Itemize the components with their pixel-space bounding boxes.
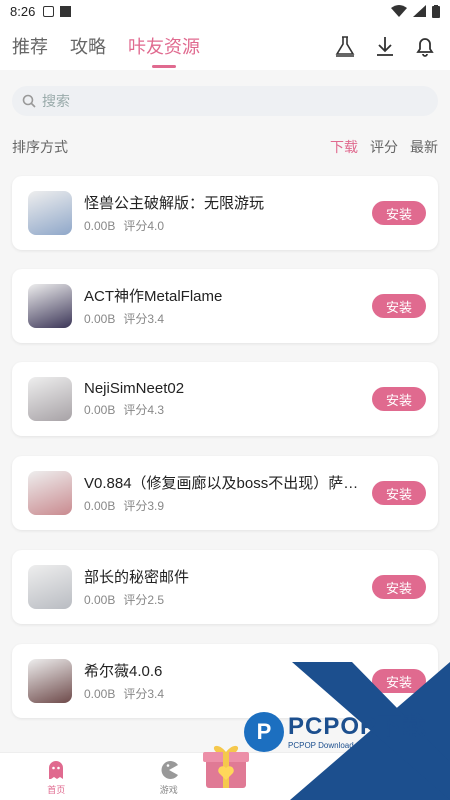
sort-row: 排序方式 下载 评分 最新 <box>12 136 438 158</box>
nav-actions <box>332 33 438 59</box>
nav-games-label: 游戏 <box>159 785 178 795</box>
bell-icon[interactable] <box>412 33 438 59</box>
install-button[interactable]: 安装 <box>372 575 426 599</box>
item-size: 0.00B <box>84 687 116 701</box>
battery-icon <box>432 4 440 18</box>
install-button[interactable]: 安装 <box>372 201 426 225</box>
notification-icon <box>60 5 72 17</box>
watermark-text: PCPOP下载 <box>288 712 428 740</box>
pacman-icon <box>161 761 178 779</box>
list-item[interactable]: ACT神作MetalFlame 0.00B 评分3.4 安装 <box>12 269 438 343</box>
game-thumbnail <box>28 377 72 421</box>
status-time: 8:26 <box>10 3 36 19</box>
item-title: NejiSimNeet02 <box>84 380 185 397</box>
game-thumbnail <box>28 471 72 515</box>
watermark-subtext: PCPOP Download <box>288 740 354 750</box>
watermark-logo-icon: P <box>244 712 284 752</box>
search-placeholder: 搜索 <box>42 93 70 109</box>
item-size: 0.00B <box>84 403 116 417</box>
item-title: ACT神作MetalFlame <box>84 288 223 305</box>
item-title: 怪兽公主破解版：无限游玩 <box>84 195 265 212</box>
tab-resources[interactable]: 咔友资源 <box>128 33 200 59</box>
item-size: 0.00B <box>84 499 116 513</box>
tab-recommend[interactable]: 推荐 <box>12 33 48 59</box>
list-item[interactable]: 怪兽公主破解版：无限游玩 0.00B 评分4.0 安装 <box>12 176 438 250</box>
signal-icon <box>413 5 426 17</box>
list-item[interactable]: V0.884（修复画廊以及boss不出现）萨满... 0.00B 评分3.9 安装 <box>12 456 438 530</box>
sort-by-downloads[interactable]: 下载 <box>330 137 358 157</box>
nav-home[interactable]: 首页 <box>26 759 86 796</box>
item-rating: 评分4.0 <box>123 219 165 233</box>
item-title: 部长的秘密邮件 <box>84 569 190 586</box>
sim-icon <box>43 5 55 17</box>
item-title: V0.884（修复画廊以及boss不出现）萨满... <box>84 475 360 492</box>
item-size: 0.00B <box>84 312 116 326</box>
install-button[interactable]: 安装 <box>372 387 426 411</box>
game-thumbnail <box>28 191 72 235</box>
watermark: P PCPOP下载 PCPOP Download <box>244 712 427 752</box>
wifi-icon <box>391 5 407 17</box>
sort-label: 排序方式 <box>12 139 68 155</box>
item-rating: 评分3.9 <box>123 499 165 513</box>
tab-guides[interactable]: 攻略 <box>70 33 106 59</box>
item-rating: 评分3.4 <box>123 312 165 326</box>
install-button[interactable]: 安装 <box>372 294 426 318</box>
nav-games[interactable]: 游戏 <box>139 759 199 796</box>
install-button[interactable]: 安装 <box>372 481 426 505</box>
game-thumbnail <box>28 659 72 703</box>
game-thumbnail <box>28 565 72 609</box>
search-icon <box>22 94 36 108</box>
status-bar: 8:26 <box>0 0 450 22</box>
sort-by-newest[interactable]: 最新 <box>410 137 438 157</box>
item-size: 0.00B <box>84 593 116 607</box>
sort-options: 下载 评分 最新 <box>330 137 438 157</box>
top-nav: 推荐 攻略 咔友资源 <box>0 22 450 70</box>
sort-by-rating[interactable]: 评分 <box>370 137 398 157</box>
item-rating: 评分2.5 <box>123 593 165 607</box>
game-thumbnail <box>28 284 72 328</box>
list-item[interactable]: NejiSimNeet02 0.00B 评分4.3 安装 <box>12 362 438 436</box>
lab-icon[interactable] <box>332 33 358 59</box>
item-rating: 评分3.4 <box>123 687 165 701</box>
list-item[interactable]: 部长的秘密邮件 0.00B 评分2.5 安装 <box>12 550 438 624</box>
item-size: 0.00B <box>84 219 116 233</box>
download-icon[interactable] <box>372 33 398 59</box>
item-rating: 评分4.3 <box>123 403 165 417</box>
search-input[interactable]: 搜索 <box>12 86 438 116</box>
nav-home-label: 首页 <box>47 785 66 795</box>
ghost-icon <box>49 761 64 779</box>
